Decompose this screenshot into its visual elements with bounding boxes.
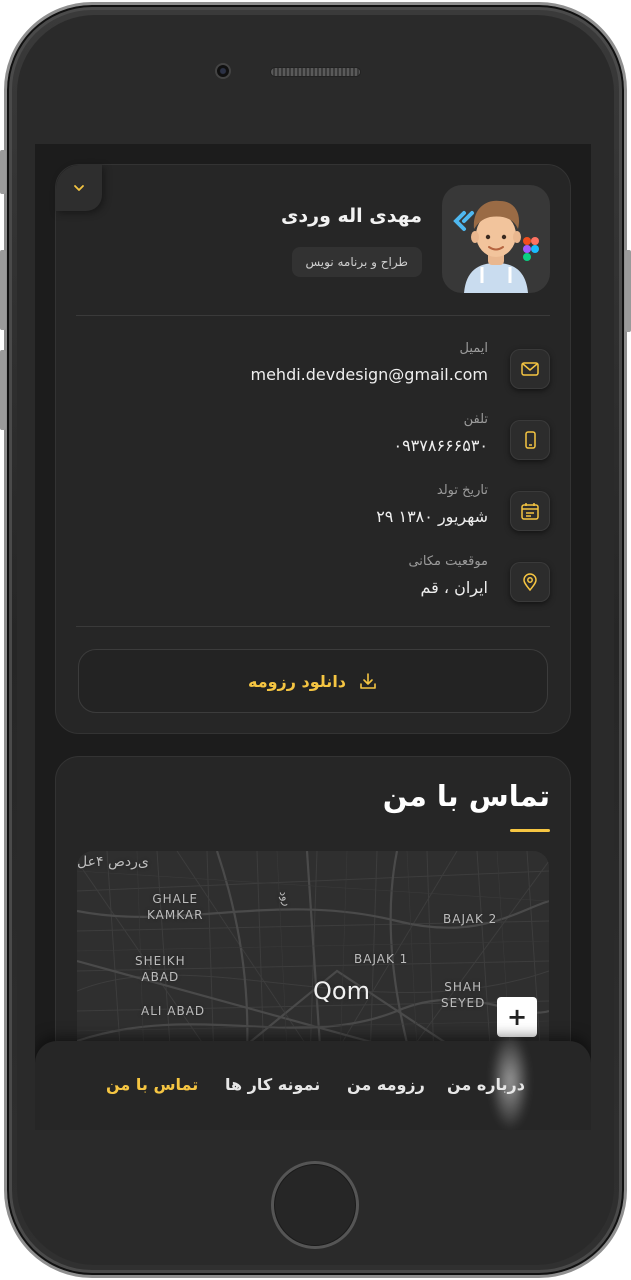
profile-card: مهدی اله وردی طراح و برنامه نویس ایمیل m… <box>55 164 571 734</box>
location-icon <box>523 573 537 592</box>
email-label: ایمیل <box>459 341 488 356</box>
map-label-shah-seyed: SHAH SEYED <box>441 980 486 1011</box>
power-button <box>625 250 631 332</box>
front-camera <box>215 63 231 79</box>
map-label-ghale-kamkar: GHALE KAMKAR <box>147 892 204 923</box>
email-value[interactable]: mehdi.devdesign@gmail.com <box>251 365 489 384</box>
info-row-birthdate: تاریخ تولد ۲۹ شهریور ۱۳۸۰ <box>76 483 550 543</box>
calendar-icon <box>521 503 539 520</box>
location-value: ایران ، قم <box>420 578 488 597</box>
info-row-phone: تلفن ۰۹۳۷۸۶۶۶۵۳۰ <box>76 412 550 472</box>
info-row-email: ایمیل mehdi.devdesign@gmail.com <box>76 341 550 401</box>
title-underline <box>510 829 550 832</box>
download-resume-button[interactable]: دانلود رزومه <box>78 649 548 713</box>
phone-value[interactable]: ۰۹۳۷۸۶۶۶۵۳۰ <box>393 436 488 455</box>
calendar-icon-box <box>510 491 550 531</box>
chevron-down-icon <box>74 185 84 191</box>
map-label-top-left: ی‌ردص ۴عل <box>77 854 149 870</box>
divider <box>76 315 550 316</box>
nav-item-resume[interactable]: رزومه من <box>347 1075 425 1094</box>
location-label: موقعیت مکانی <box>408 554 488 569</box>
nav-item-contact[interactable]: تماس با من <box>106 1075 198 1094</box>
earpiece-speaker <box>270 67 361 77</box>
collapse-toggle-button[interactable] <box>56 165 102 211</box>
email-icon-box <box>510 349 550 389</box>
developer-avatar-icon <box>453 200 539 293</box>
volume-up-button <box>0 250 6 330</box>
bottom-navigation: درباره من رزومه من نمونه کار ها تماس با … <box>35 1031 591 1130</box>
info-row-location: موقعیت مکانی ایران ، قم <box>76 554 550 614</box>
app-screen: مهدی اله وردی طراح و برنامه نویس ایمیل m… <box>35 144 591 1130</box>
contact-title: تماس با من <box>382 779 550 813</box>
map-label-bajak-2: BAJAK 2 <box>443 912 498 926</box>
mute-switch <box>0 150 6 194</box>
birthdate-label: تاریخ تولد <box>436 483 488 498</box>
map-label-bajak-1: BAJAK 1 <box>354 952 409 966</box>
birthdate-value: ۲۹ شهریور ۱۳۸۰ <box>376 507 488 526</box>
map-label-sheikh-abad: SHEIKH ABAD <box>135 954 186 985</box>
avatar <box>442 185 550 293</box>
profile-name: مهدی اله وردی <box>280 205 422 227</box>
phone-icon <box>525 431 536 449</box>
volume-down-button <box>0 350 6 430</box>
location-icon-box <box>510 562 550 602</box>
map-label-ali-abad: ALI ABAD <box>141 1004 206 1018</box>
role-badge: طراح و برنامه نویس <box>291 247 422 277</box>
phone-label: تلفن <box>463 412 488 427</box>
download-resume-label: دانلود رزومه <box>247 671 347 691</box>
map-city-label: Qom <box>313 977 370 1005</box>
phone-icon-box <box>510 420 550 460</box>
download-icon <box>360 673 376 689</box>
mail-icon <box>521 362 539 376</box>
divider <box>76 626 550 627</box>
nav-item-about[interactable]: درباره من <box>447 1075 525 1094</box>
nav-item-portfolio[interactable]: نمونه کار ها <box>225 1075 320 1094</box>
home-button[interactable] <box>271 1161 359 1249</box>
